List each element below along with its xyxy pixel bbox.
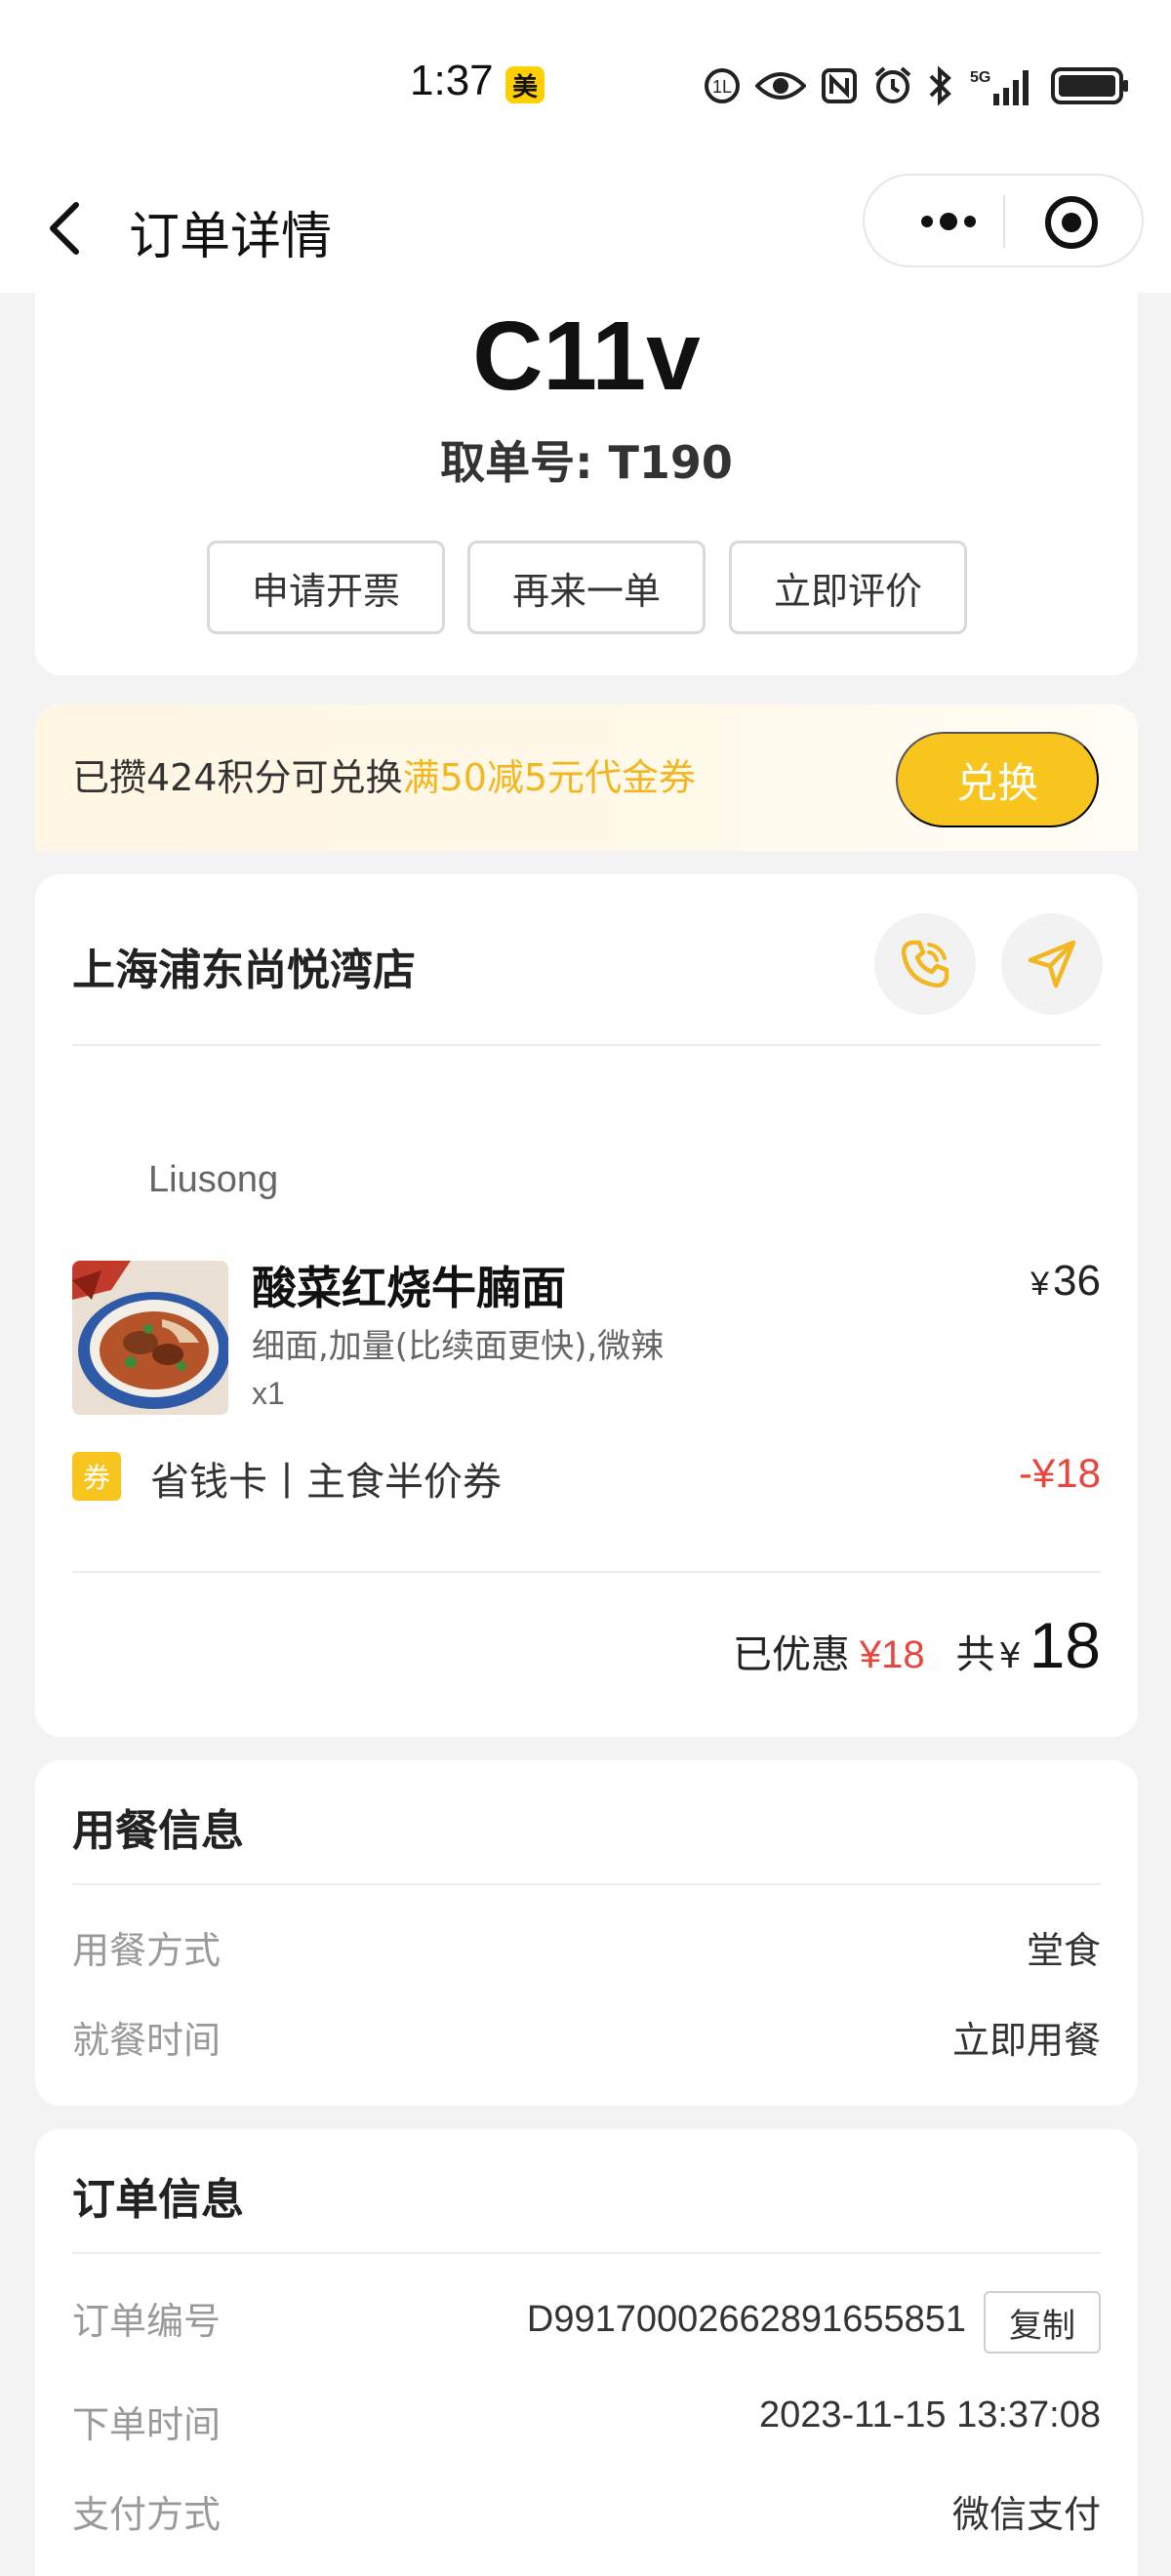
status-bar: 1:37 美 1L 5G: [0, 0, 1171, 166]
svg-text:5G: 5G: [970, 69, 990, 86]
page-title: 订单详情: [129, 208, 333, 266]
dish-price: ¥36: [1030, 1257, 1101, 1306]
divider: [72, 1571, 1101, 1573]
navigate-store-button[interactable]: [1001, 913, 1103, 1015]
back-arrow-icon[interactable]: [39, 193, 98, 262]
order-time-label: 下单时间: [72, 2403, 222, 2446]
signal-5g-icon: 5G: [970, 69, 1029, 105]
order-info-card: 订单信息 订单编号 D99170002662891655851 复制 下单时间 …: [35, 2129, 1138, 2576]
points-label: 已攒424积分可兑换: [72, 756, 403, 799]
total-label: 共: [955, 1632, 995, 1677]
alarm-icon: [874, 66, 911, 103]
bluetooth-icon: [929, 65, 951, 106]
voucher-highlight: 满50减5元代金券: [402, 756, 697, 799]
dish-price-value: 36: [1053, 1257, 1101, 1305]
payment-method-value: 微信支付: [951, 2493, 1101, 2536]
dining-info-card: 用餐信息 用餐方式 堂食 就餐时间 立即用餐: [35, 1760, 1138, 2106]
nfc-icon: [822, 68, 857, 103]
phone-icon: [901, 940, 949, 988]
divider: [72, 2252, 1101, 2254]
dish-name: 酸菜红烧牛腩面: [252, 1262, 566, 1314]
store-name: 上海浦东尚悦湾店: [72, 946, 416, 995]
close-miniprogram-icon[interactable]: [1044, 195, 1099, 250]
order-number-value: D99170002662891655851: [526, 2299, 966, 2340]
dish-quantity: x1: [252, 1376, 285, 1411]
call-store-button[interactable]: [874, 913, 976, 1015]
divider: [72, 1883, 1101, 1885]
staff-name: Liusong: [148, 1159, 279, 1200]
data-saver-icon: 1L: [705, 68, 740, 103]
app-badge-icon: 美: [505, 66, 545, 103]
dining-time-value: 立即用餐: [951, 2019, 1101, 2062]
dining-mode-value: 堂食: [1026, 1929, 1101, 1972]
navigation-arrow-icon: [1028, 940, 1076, 988]
battery-icon: [1051, 67, 1128, 104]
order-summary: 已优惠 ¥18 共 ¥ 18: [733, 1608, 1101, 1682]
saved-amount: ¥18: [859, 1633, 925, 1676]
coupon-icon: 券: [72, 1452, 121, 1501]
saved-label: 已优惠: [732, 1632, 850, 1677]
order-number-label: 订单编号: [72, 2300, 222, 2343]
dish-image: [72, 1261, 228, 1415]
svg-text:1L: 1L: [712, 77, 732, 97]
request-invoice-button[interactable]: 申请开票: [207, 541, 445, 634]
more-dots-icon[interactable]: [904, 199, 1011, 244]
divider: [72, 1044, 1101, 1046]
capsule-divider: [1003, 195, 1005, 248]
eye-icon: [755, 72, 806, 100]
dining-time-label: 就餐时间: [72, 2019, 222, 2062]
dining-mode-label: 用餐方式: [72, 1929, 222, 1972]
order-header-card: C11v 取单号: T190 申请开票 再来一单 立即评价: [35, 293, 1138, 675]
total-amount: 18: [1029, 1609, 1101, 1681]
order-time-value: 2023-11-15 13:37:08: [758, 2395, 1101, 2435]
currency-symbol: ¥: [1030, 1266, 1050, 1303]
section-title: 订单信息: [72, 2175, 244, 2225]
points-banner: 已攒424积分可兑换满50减5元代金券 兑换: [35, 704, 1138, 851]
order-code: C11v: [472, 302, 701, 411]
miniprogram-capsule: [863, 174, 1144, 267]
nav-bar: 订单详情: [0, 166, 1171, 293]
copy-button[interactable]: 复制: [984, 2291, 1101, 2354]
status-time: 1:37: [410, 57, 494, 104]
section-title: 用餐信息: [72, 1806, 244, 1856]
status-icons: 1L 5G: [703, 60, 1130, 111]
points-text: 已攒424积分可兑换满50减5元代金券: [72, 747, 696, 801]
rate-now-button[interactable]: 立即评价: [729, 541, 967, 634]
exchange-button[interactable]: 兑换: [896, 732, 1099, 827]
coupon-name: 省钱卡丨主食半价券: [150, 1460, 502, 1505]
dish-spec: 细面,加量(比续面更快),微辣: [252, 1327, 665, 1366]
store-order-card: 上海浦东尚悦湾店 Liusong 酸菜红烧牛腩面 细面,加量(比续面更快),微辣…: [35, 874, 1138, 1737]
payment-method-label: 支付方式: [72, 2493, 222, 2536]
reorder-button[interactable]: 再来一单: [467, 541, 706, 634]
coupon-discount: -¥18: [1018, 1450, 1101, 1496]
total-currency: ¥: [998, 1636, 1022, 1676]
pickup-number: 取单号: T190: [440, 436, 733, 489]
